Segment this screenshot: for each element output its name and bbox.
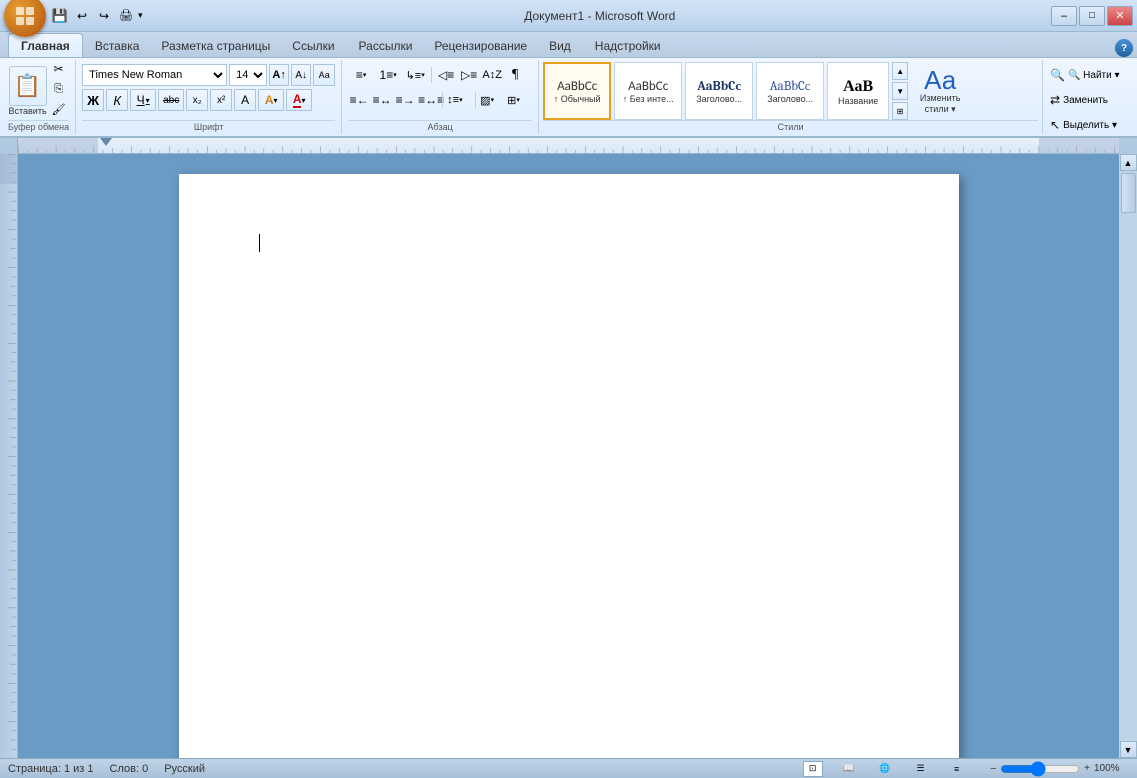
style-title[interactable]: АаВ Название: [827, 62, 889, 120]
tab-references[interactable]: Ссылки: [280, 35, 346, 57]
document-page: BOXPROGRAMS.RU: [179, 174, 959, 758]
bold-button[interactable]: Ж: [82, 89, 104, 111]
style-heading2[interactable]: AaBbCс Заголово...: [756, 62, 824, 120]
tab-insert[interactable]: Вставка: [83, 35, 152, 57]
highlight-color-button[interactable]: А▾: [258, 89, 284, 111]
line-spacing-button[interactable]: ↕≡▾: [446, 89, 472, 111]
increase-indent-button[interactable]: ▷≡: [458, 64, 480, 86]
numbering-button[interactable]: 1≡▾: [375, 64, 401, 86]
format-painter-button[interactable]: 🖌: [49, 100, 69, 118]
replace-button[interactable]: ⇄ Заменить: [1049, 89, 1129, 111]
styles-group: AaBbCс ↑ Обычный AaBbCс ↑ Без инте... Aa…: [539, 60, 1043, 134]
style-heading1[interactable]: AaBbCс Заголово...: [685, 62, 753, 120]
print-preview-button[interactable]: 🖨: [116, 7, 136, 25]
underline-button[interactable]: Ч▾: [130, 89, 156, 111]
styles-scroll-up[interactable]: ▲: [892, 62, 908, 80]
indent-marker[interactable]: [100, 138, 112, 150]
horizontal-ruler: [18, 138, 1119, 154]
outline-view-button[interactable]: ☰: [911, 761, 931, 777]
sort-button[interactable]: A↕Z: [481, 64, 503, 86]
paragraph-group-label: Абзац: [348, 120, 532, 132]
tab-mailings[interactable]: Рассылки: [347, 35, 425, 57]
tab-view[interactable]: Вид: [537, 35, 583, 57]
font-name-select[interactable]: Times New Roman: [82, 64, 227, 86]
words-status: Слов: 0: [110, 763, 149, 775]
strikethrough-button[interactable]: abc: [158, 89, 184, 111]
align-center-button[interactable]: ≡↔: [371, 89, 393, 111]
border-button[interactable]: ⊞▾: [506, 89, 532, 111]
select-button[interactable]: ↖ Выделить ▾: [1049, 114, 1129, 136]
print-layout-button[interactable]: ⊡: [803, 761, 823, 777]
editing-group: 🔍 🔍 Найти ▾ ⇄ Заменить ↖ Выделить ▾ Реда…: [1043, 60, 1135, 134]
document-scroll-area: BOXPROGRAMS.RU: [18, 154, 1119, 758]
undo-button[interactable]: ↩: [72, 7, 92, 25]
full-reading-button[interactable]: 📖: [839, 761, 859, 777]
text-cursor[interactable]: [259, 234, 260, 252]
page-status: Страница: 1 из 1: [8, 763, 94, 775]
window-title: Документ1 - Microsoft Word: [149, 9, 1051, 23]
ribbon-content: 📋 Вставить ✂ ⎘ 🖌 Буфер обмена Times New …: [0, 58, 1137, 138]
scroll-down-button[interactable]: ▼: [1120, 741, 1137, 758]
maximize-button[interactable]: □: [1079, 6, 1105, 26]
draft-view-button[interactable]: ≡: [947, 761, 967, 777]
bullets-button[interactable]: ≡▾: [348, 64, 374, 86]
font-color-button[interactable]: А▾: [286, 89, 312, 111]
italic-button[interactable]: К: [106, 89, 128, 111]
font-group-label: Шрифт: [82, 120, 335, 132]
align-left-button[interactable]: ≡←: [348, 89, 370, 111]
align-right-button[interactable]: ≡→: [394, 89, 416, 111]
shading-button[interactable]: ▨▾: [479, 89, 505, 111]
multilevel-list-button[interactable]: ↳≡▾: [402, 64, 428, 86]
style-no-spacing[interactable]: AaBbCс ↑ Без инте...: [614, 62, 682, 120]
styles-scroll-down[interactable]: ▼: [892, 82, 908, 100]
ribbon-tabs: Главная Вставка Разметка страницы Ссылки…: [0, 32, 1137, 58]
clear-format-button[interactable]: А: [234, 89, 256, 111]
tab-addins[interactable]: Надстройки: [583, 35, 673, 57]
web-layout-button[interactable]: 🌐: [875, 761, 895, 777]
find-button[interactable]: 🔍 🔍 Найти ▾: [1049, 64, 1129, 86]
save-button[interactable]: 💾: [50, 7, 70, 25]
clipboard-group: 📋 Вставить ✂ ⎘ 🖌 Буфер обмена: [2, 60, 76, 134]
qa-dropdown[interactable]: ▾: [138, 10, 143, 21]
font-shrink-button[interactable]: A↓: [291, 64, 311, 86]
redo-button[interactable]: ↪: [94, 7, 114, 25]
paragraph-group: ≡▾ 1≡▾ ↳≡▾ ◁≡ ▷≡ A↕Z ¶ ≡← ≡↔ ≡→ ≡↔≡ ↕≡▾ …: [342, 60, 539, 134]
font-grow-button[interactable]: A↑: [269, 64, 289, 86]
scroll-up-button[interactable]: ▲: [1120, 154, 1137, 171]
status-bar: Страница: 1 из 1 Слов: 0 Русский ⊡ 📖 🌐 ☰…: [0, 758, 1137, 778]
show-formatting-button[interactable]: ¶: [504, 64, 526, 86]
vertical-scrollbar[interactable]: ▲ ▼: [1119, 154, 1137, 758]
change-case-button[interactable]: Аа: [313, 64, 335, 86]
close-button[interactable]: ✕: [1107, 6, 1133, 26]
font-group: Times New Roman 14 A↑ A↓ Аа Ж К Ч▾: [76, 60, 342, 134]
tab-layout[interactable]: Разметка страницы: [151, 35, 280, 57]
paste-button[interactable]: 📋: [9, 66, 47, 106]
paste-label: Вставить: [9, 106, 47, 116]
styles-expand[interactable]: ⊞: [892, 102, 908, 120]
cut-button[interactable]: ✂: [49, 60, 69, 78]
superscript-button[interactable]: x²: [210, 89, 232, 111]
justify-button[interactable]: ≡↔≡: [417, 89, 439, 111]
zoom-slider[interactable]: [1000, 764, 1080, 774]
subscript-button[interactable]: x₂: [186, 89, 208, 111]
quick-access-toolbar: 💾 ↩ ↪ 🖨 ▾: [50, 7, 143, 25]
copy-button[interactable]: ⎘: [49, 80, 69, 98]
help-icon[interactable]: ?: [1115, 39, 1133, 57]
language-status: Русский: [164, 763, 205, 775]
style-normal[interactable]: AaBbCс ↑ Обычный: [543, 62, 611, 120]
font-size-select[interactable]: 14: [229, 64, 267, 86]
zoom-controls: – + 100%: [991, 763, 1129, 774]
decrease-indent-button[interactable]: ◁≡: [435, 64, 457, 86]
minimize-button[interactable]: –: [1051, 6, 1077, 26]
tab-review[interactable]: Рецензирование: [424, 35, 537, 57]
scroll-thumb[interactable]: [1121, 173, 1136, 213]
vertical-ruler: [0, 154, 18, 758]
tab-home[interactable]: Главная: [8, 33, 83, 57]
zoom-level: 100%: [1094, 763, 1129, 774]
styles-group-label: Стили: [543, 120, 1038, 132]
change-styles-button[interactable]: Аа Изменитьстили ▾: [911, 63, 969, 119]
clipboard-group-label: Буфер обмена: [8, 120, 69, 132]
